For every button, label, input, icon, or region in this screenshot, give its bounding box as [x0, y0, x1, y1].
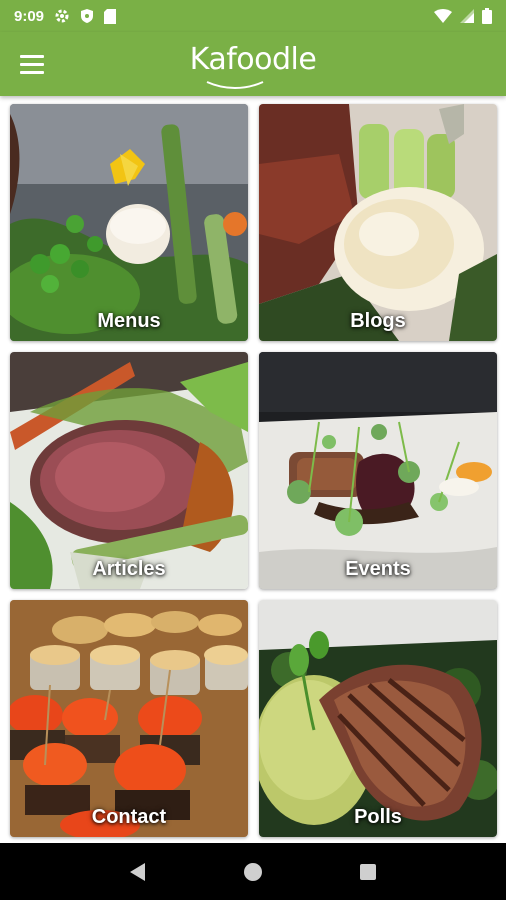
tile-events[interactable]: Events [259, 352, 497, 589]
peas-scallop-photo-icon [10, 104, 248, 341]
tile-label: Blogs [350, 310, 406, 332]
tile-menus[interactable]: Menus [10, 104, 248, 341]
status-bar: 9:09 [0, 0, 506, 32]
wifi-icon [434, 9, 452, 23]
app-bar: Kafoodle [0, 32, 506, 96]
shield-icon [80, 8, 94, 24]
tile-label: Polls [354, 806, 402, 828]
tile-blogs[interactable]: Blogs [259, 104, 497, 341]
status-time: 9:09 [14, 7, 45, 25]
home-button[interactable] [233, 852, 273, 892]
home-circle-icon [243, 862, 262, 881]
back-triangle-icon [129, 862, 145, 881]
poached-egg-photo-icon [259, 104, 497, 341]
sliders-tray-photo-icon [10, 600, 248, 837]
back-button[interactable] [118, 852, 158, 892]
recents-button[interactable] [348, 852, 388, 892]
cell-signal-icon [460, 9, 474, 23]
tile-label: Events [345, 558, 411, 580]
recents-square-icon [360, 863, 377, 880]
tile-contact[interactable]: Contact [10, 600, 248, 837]
settings-gear-icon [54, 8, 70, 24]
battery-icon [482, 8, 492, 24]
tile-label: Contact [91, 806, 167, 828]
tile-polls[interactable]: Polls [259, 600, 497, 837]
sd-card-icon [104, 8, 117, 24]
system-nav-bar [0, 843, 506, 900]
microgreens-plate-photo-icon [259, 352, 497, 589]
grilled-salmon-photo-icon [259, 600, 497, 837]
tile-articles[interactable]: Articles [10, 352, 248, 589]
feature-grid: Menus Blogs Articles Events Contact Poll… [10, 104, 498, 837]
logo-swoosh-icon [206, 81, 264, 89]
app-logo: Kafoodle [189, 42, 317, 77]
tile-label: Articles [92, 558, 166, 580]
tile-label: Menus [97, 310, 161, 332]
lamb-carrot-photo-icon [10, 352, 248, 589]
